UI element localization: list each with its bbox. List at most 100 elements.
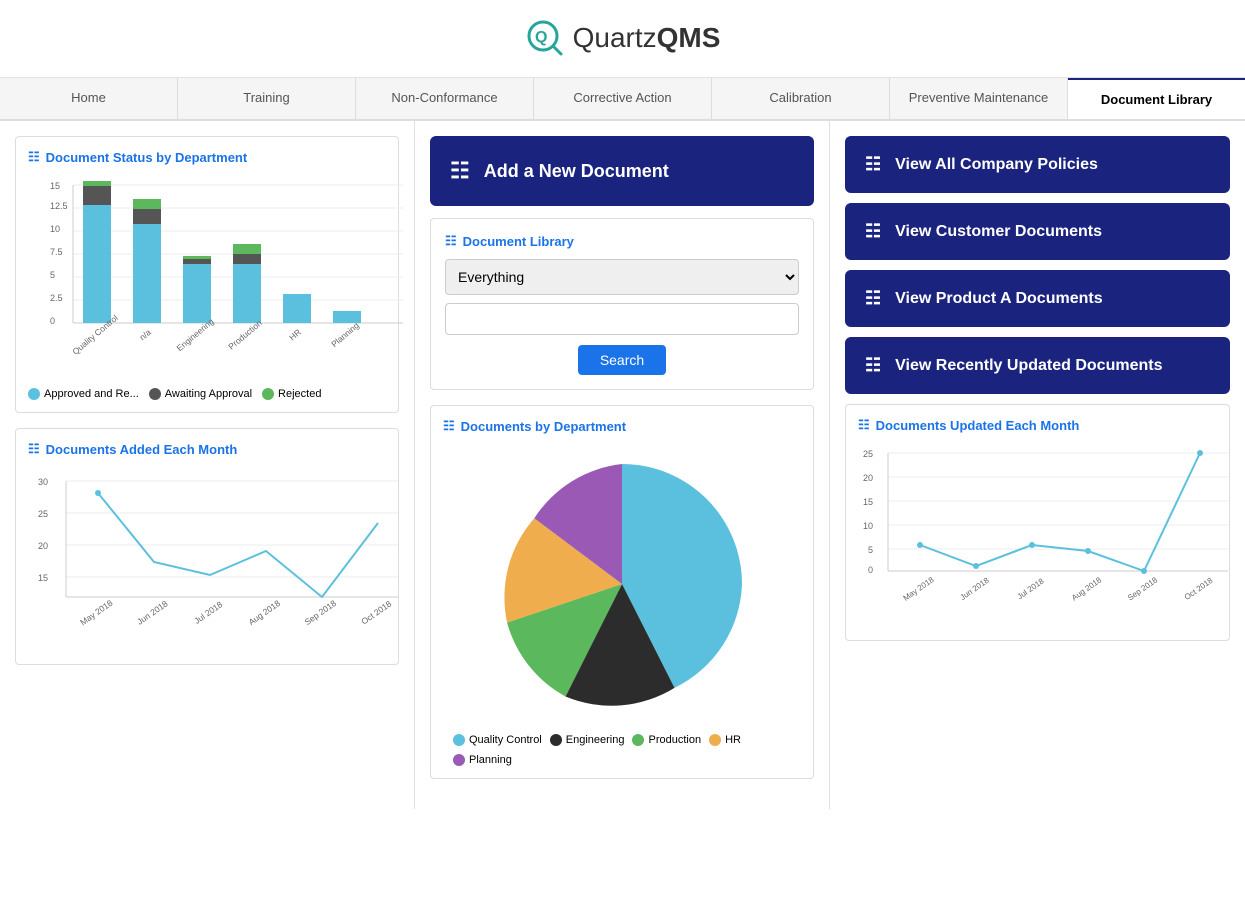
main-nav: Home Training Non-Conformance Corrective… bbox=[0, 78, 1245, 121]
customer-icon: ☷ bbox=[865, 221, 881, 242]
nav-calibration[interactable]: Calibration bbox=[712, 78, 890, 119]
doc-lib-icon: ☷ bbox=[445, 233, 457, 249]
add-document-button[interactable]: ☷ Add a New Document bbox=[430, 136, 814, 206]
product-icon: ☷ bbox=[865, 288, 881, 309]
bar-chart-svg: 15 12.5 10 7.5 5 2.5 0 bbox=[28, 175, 408, 375]
svg-text:Jun 2018: Jun 2018 bbox=[959, 576, 992, 603]
legend-dot-production bbox=[632, 734, 644, 746]
svg-text:Aug 2018: Aug 2018 bbox=[247, 598, 283, 627]
line-chart-added-icon: ☷ bbox=[28, 441, 40, 457]
svg-text:15: 15 bbox=[38, 573, 48, 583]
svg-text:5: 5 bbox=[868, 545, 873, 555]
svg-text:Jun 2018: Jun 2018 bbox=[135, 598, 170, 626]
svg-text:Q: Q bbox=[535, 29, 547, 46]
nav-nonconformance[interactable]: Non-Conformance bbox=[356, 78, 534, 119]
nav-document-library[interactable]: Document Library bbox=[1068, 78, 1245, 119]
legend-production: Production bbox=[632, 734, 701, 746]
recent-icon: ☷ bbox=[865, 355, 881, 376]
svg-text:12.5: 12.5 bbox=[50, 201, 68, 211]
svg-text:25: 25 bbox=[38, 509, 48, 519]
svg-text:7.5: 7.5 bbox=[50, 247, 63, 257]
document-library-card: ☷ Document Library Everything Quality Co… bbox=[430, 218, 814, 390]
legend-awaiting: Awaiting Approval bbox=[149, 388, 252, 400]
view-policies-button[interactable]: ☷ View All Company Policies bbox=[845, 136, 1230, 193]
svg-text:15: 15 bbox=[863, 497, 873, 507]
policies-icon: ☷ bbox=[865, 154, 881, 175]
pie-chart-container bbox=[443, 444, 801, 724]
legend-rejected: Rejected bbox=[262, 388, 321, 400]
line-chart-updated-card: ☷ Documents Updated Each Month 25 20 15 … bbox=[845, 404, 1230, 641]
svg-text:10: 10 bbox=[863, 521, 873, 531]
pie-legend: Quality Control Engineering Production H… bbox=[443, 734, 801, 766]
svg-text:Sep 2018: Sep 2018 bbox=[303, 598, 339, 627]
bar-chart-icon: ☷ bbox=[28, 149, 40, 165]
line-chart-updated-title: ☷ Documents Updated Each Month bbox=[858, 417, 1217, 433]
pie-chart-svg bbox=[482, 444, 762, 724]
add-doc-icon: ☷ bbox=[450, 158, 470, 184]
pie-chart-card: ☷ Documents by Department bbox=[430, 405, 814, 779]
view-recent-docs-button[interactable]: ☷ View Recently Updated Documents bbox=[845, 337, 1230, 394]
svg-text:0: 0 bbox=[868, 565, 873, 575]
line-chart-added-card: ☷ Documents Added Each Month 30 25 20 15 bbox=[15, 428, 399, 665]
doc-lib-title: ☷ Document Library bbox=[445, 233, 799, 249]
svg-text:20: 20 bbox=[863, 473, 873, 483]
svg-text:Jul 2018: Jul 2018 bbox=[1016, 576, 1046, 601]
line-chart-added-svg: 30 25 20 15 May 2018 Jun bbox=[28, 467, 408, 647]
legend-hr: HR bbox=[709, 734, 741, 746]
view-customer-docs-button[interactable]: ☷ View Customer Documents bbox=[845, 203, 1230, 260]
legend-engineering: Engineering bbox=[550, 734, 625, 746]
svg-text:2.5: 2.5 bbox=[50, 293, 63, 303]
legend-approved: Approved and Re... bbox=[28, 388, 139, 400]
svg-text:30: 30 bbox=[38, 477, 48, 487]
svg-text:Oct 2018: Oct 2018 bbox=[359, 598, 393, 626]
svg-text:HR: HR bbox=[287, 327, 303, 343]
svg-text:25: 25 bbox=[863, 449, 873, 459]
view-product-docs-button[interactable]: ☷ View Product A Documents bbox=[845, 270, 1230, 327]
svg-text:Aug 2018: Aug 2018 bbox=[1070, 575, 1104, 602]
legend-qc: Quality Control bbox=[453, 734, 542, 746]
legend-dot-awaiting bbox=[149, 388, 161, 400]
svg-text:Planning: Planning bbox=[329, 320, 361, 349]
nav-home[interactable]: Home bbox=[0, 78, 178, 119]
svg-text:n/a: n/a bbox=[137, 327, 153, 342]
customer-label: View Customer Documents bbox=[895, 223, 1102, 241]
svg-text:10: 10 bbox=[50, 224, 60, 234]
main-content: ☷ Document Status by Department 15 12.5 … bbox=[0, 121, 1245, 809]
line-chart-updated-svg: 25 20 15 10 5 0 bbox=[858, 443, 1238, 623]
doc-lib-dropdown[interactable]: Everything Quality Control Engineering P… bbox=[445, 259, 799, 295]
bar-chart-title: ☷ Document Status by Department bbox=[28, 149, 386, 165]
logo-icon: Q bbox=[525, 18, 565, 58]
logo-label: QuartzQMS bbox=[573, 22, 721, 54]
bar-chart-legend: Approved and Re... Awaiting Approval Rej… bbox=[28, 388, 386, 400]
policies-label: View All Company Policies bbox=[895, 156, 1098, 174]
svg-text:Jul 2018: Jul 2018 bbox=[192, 599, 224, 626]
svg-text:May 2018: May 2018 bbox=[902, 575, 936, 603]
svg-text:20: 20 bbox=[38, 541, 48, 551]
svg-text:0: 0 bbox=[50, 316, 55, 326]
pie-chart-title: ☷ Documents by Department bbox=[443, 418, 801, 434]
add-doc-label: Add a New Document bbox=[484, 161, 669, 182]
line-chart-updated-icon: ☷ bbox=[858, 417, 870, 433]
recent-label: View Recently Updated Documents bbox=[895, 357, 1162, 375]
legend-dot-planning bbox=[453, 754, 465, 766]
doc-lib-search-input[interactable] bbox=[445, 303, 799, 335]
legend-dot-rejected bbox=[262, 388, 274, 400]
svg-text:Oct 2018: Oct 2018 bbox=[1183, 576, 1215, 602]
logo: Q QuartzQMS bbox=[525, 18, 721, 58]
nav-training[interactable]: Training bbox=[178, 78, 356, 119]
legend-dot-qc bbox=[453, 734, 465, 746]
header: Q QuartzQMS Home Training Non-Conformanc… bbox=[0, 0, 1245, 121]
nav-corrective[interactable]: Corrective Action bbox=[534, 78, 712, 119]
pie-chart-icon: ☷ bbox=[443, 418, 455, 434]
nav-preventive[interactable]: Preventive Maintenance bbox=[890, 78, 1068, 119]
left-panel: ☷ Document Status by Department 15 12.5 … bbox=[0, 121, 415, 809]
svg-text:5: 5 bbox=[50, 270, 55, 280]
legend-dot-approved bbox=[28, 388, 40, 400]
right-panel: ☷ View All Company Policies ☷ View Custo… bbox=[830, 121, 1245, 809]
search-button[interactable]: Search bbox=[578, 345, 666, 375]
svg-text:15: 15 bbox=[50, 181, 60, 191]
legend-dot-engineering bbox=[550, 734, 562, 746]
legend-planning: Planning bbox=[453, 754, 512, 766]
legend-dot-hr bbox=[709, 734, 721, 746]
bar-chart-card: ☷ Document Status by Department 15 12.5 … bbox=[15, 136, 399, 413]
